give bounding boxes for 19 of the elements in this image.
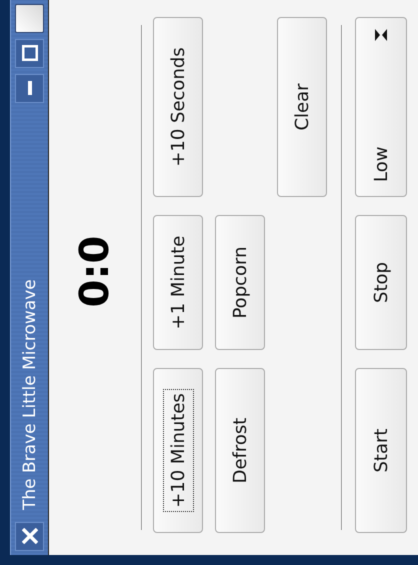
timer-display: 0:0	[71, 234, 119, 310]
window-title: The Brave Little Microwave	[20, 279, 40, 512]
close-icon	[22, 528, 38, 544]
keypad-button[interactable]: Clear	[277, 17, 327, 197]
power-dropdown[interactable]: Low	[355, 17, 407, 197]
window-button[interactable]	[15, 4, 44, 33]
spin-arrows-icon	[375, 28, 387, 42]
keypad-button[interactable]: Popcorn	[215, 215, 265, 350]
minimize-icon	[28, 82, 32, 96]
keypad-button[interactable]: +10 Minutes	[153, 368, 203, 533]
keypad-button[interactable]: +1 Minute	[153, 215, 203, 350]
close-button[interactable]	[15, 522, 44, 551]
maximize-icon	[22, 46, 38, 62]
keypad-button[interactable]: Stop	[355, 215, 407, 350]
keypad-button[interactable]: +10 Seconds	[153, 17, 203, 197]
keypad-button[interactable]: Start	[355, 368, 407, 533]
maximize-button[interactable]	[15, 39, 44, 68]
minimize-button[interactable]	[15, 74, 44, 103]
keypad-button[interactable]: Defrost	[215, 368, 265, 533]
